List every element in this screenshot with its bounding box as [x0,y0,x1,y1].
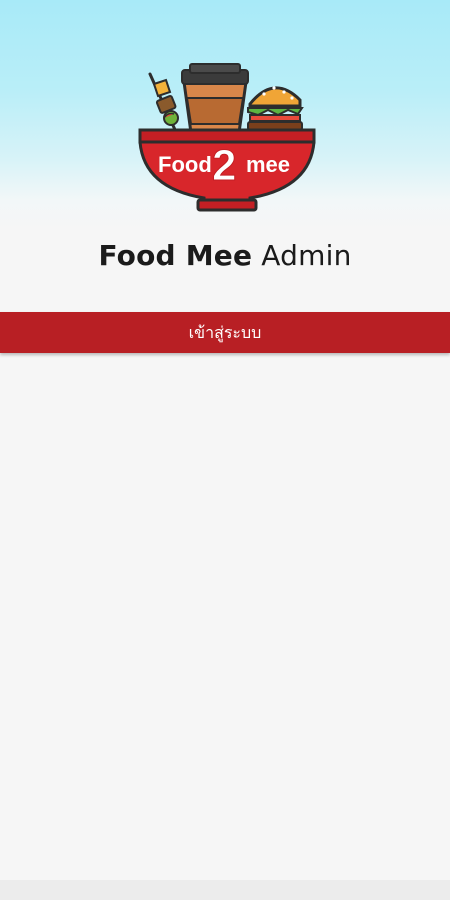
title-suffix: Admin [261,239,352,272]
bowl-icon: Food 2 mee [138,128,316,212]
logo-text-mee: mee [246,152,290,177]
bottom-nav-strip [0,880,450,900]
login-button[interactable]: เข้าสู่ระบบ [0,312,450,353]
login-button-label: เข้าสู่ระบบ [188,323,262,342]
food2mee-logo: Food 2 mee [138,63,316,212]
app-screen: Food 2 mee Food Mee Admin เข้าสู่ระบบ [0,0,450,900]
logo-text-food: Food [158,152,212,177]
page-title: Food Mee Admin [0,236,450,276]
logo-text-number: 2 [212,141,236,190]
skewer-icon [148,72,179,134]
title-brand: Food Mee [98,239,253,272]
